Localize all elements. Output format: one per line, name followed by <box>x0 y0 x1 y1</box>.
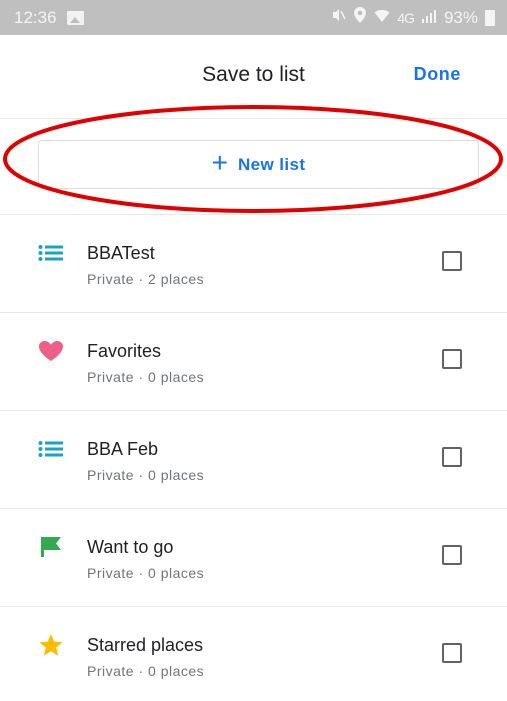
status-left: 12:36 <box>14 8 84 28</box>
list-item-name: Favorites <box>87 341 162 361</box>
battery-icon <box>485 9 495 26</box>
list-icon <box>38 438 64 460</box>
list-item-checkbox[interactable] <box>442 643 462 663</box>
list-item-checkbox[interactable] <box>442 251 462 271</box>
list-item-name: Starred places <box>87 635 204 655</box>
list-item-meta: Private · 0 places <box>87 467 205 483</box>
wifi-icon <box>374 7 390 28</box>
list-item-name: Want to go <box>87 537 174 557</box>
star-icon <box>38 634 64 656</box>
list-item-bba-feb[interactable]: BBA Feb Private · 0 places <box>0 411 507 509</box>
plus-icon: + <box>211 147 228 178</box>
mute-icon <box>330 7 346 28</box>
list-item-want-to-go[interactable]: Want to go Private · 0 places <box>0 509 507 607</box>
list-item-favorites[interactable]: Favorites Private · 0 places <box>0 313 507 411</box>
list-icon <box>38 242 64 264</box>
list-item-bbatest[interactable]: BBATest Private · 2 places <box>0 215 507 313</box>
gallery-icon <box>66 10 84 25</box>
list-item-checkbox[interactable] <box>442 447 462 467</box>
done-button[interactable]: Done <box>414 64 461 85</box>
battery-percent: 93% <box>443 7 478 27</box>
list-item-name: BBA Feb <box>87 439 159 459</box>
signal-icon <box>421 8 437 28</box>
list-item-checkbox[interactable] <box>442 545 462 565</box>
page-title: Save to list <box>202 63 305 86</box>
status-bar: 12:36 4G 93% <box>0 0 507 35</box>
location-icon <box>353 6 367 29</box>
status-time: 12:36 <box>14 7 57 27</box>
list-item-starred-places[interactable]: Starred places Private · 0 places <box>0 607 507 701</box>
network-type: 4G <box>397 9 415 26</box>
list-item-meta: Private · 0 places <box>87 663 205 679</box>
list-item-name: BBATest <box>87 243 155 263</box>
divider <box>0 118 507 119</box>
new-list-label: New list <box>237 154 306 174</box>
flag-icon <box>38 536 64 558</box>
app-header: Save to list Done <box>0 35 507 115</box>
saved-lists: BBATest Private · 2 places Favorites Pri… <box>0 215 507 701</box>
list-item-meta: Private · 2 places <box>87 271 205 287</box>
new-list-button[interactable]: + New list <box>38 140 479 189</box>
list-item-meta: Private · 0 places <box>87 565 205 581</box>
list-item-checkbox[interactable] <box>442 349 462 369</box>
heart-icon <box>38 340 64 362</box>
list-item-meta: Private · 0 places <box>87 369 205 385</box>
status-right: 4G 93% <box>330 6 495 29</box>
